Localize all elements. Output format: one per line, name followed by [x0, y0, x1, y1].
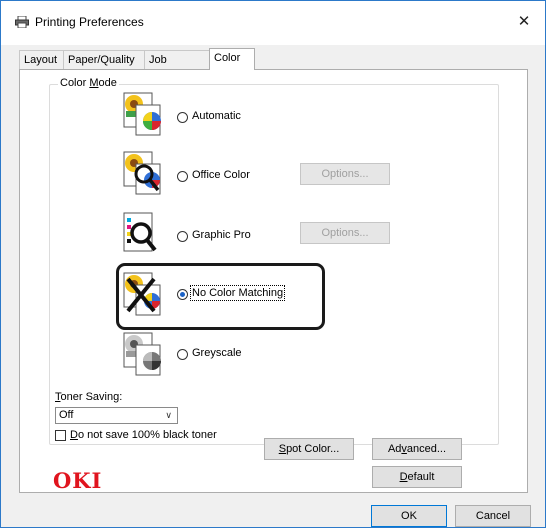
greyscale-icon [123, 332, 161, 376]
office-color-options-button[interactable]: Options... [300, 163, 390, 185]
tab-job-options[interactable]: Job Options [144, 50, 210, 85]
color-mode-legend: Color Mode [58, 77, 119, 89]
tab-paper-quality[interactable]: Paper/Quality [63, 50, 145, 69]
no-color-matching-radio[interactable] [177, 289, 188, 300]
office-color-radio[interactable] [177, 171, 188, 182]
tab-color[interactable]: Color [209, 48, 255, 70]
graphic-pro-label: Graphic Pro [192, 229, 251, 241]
toner-saving-select[interactable]: Off ∨ [55, 407, 178, 424]
greyscale-radio[interactable] [177, 349, 188, 360]
oki-logo: OKI [53, 468, 103, 493]
printer-icon [15, 16, 29, 28]
graphic-pro-options-button[interactable]: Options... [300, 222, 390, 244]
close-icon[interactable]: ✕ [513, 11, 535, 33]
cancel-button[interactable]: Cancel [455, 505, 531, 527]
graphic-pro-icon [123, 212, 157, 252]
toner-saving-value: Off [59, 409, 74, 421]
printing-preferences-window: Printing Preferences ✕ Layout Paper/Qual… [0, 0, 546, 528]
advanced-button[interactable]: Advanced... [372, 438, 462, 460]
ok-button[interactable]: OK [371, 505, 447, 527]
tab-layout[interactable]: Layout [19, 50, 64, 69]
window-title: Printing Preferences [35, 15, 144, 29]
greyscale-label: Greyscale [192, 347, 242, 359]
black-toner-checkbox[interactable] [55, 430, 66, 441]
spot-color-button[interactable]: Spot Color... [264, 438, 354, 460]
automatic-color-icon [123, 92, 161, 136]
no-color-matching-label: No Color Matching [189, 285, 286, 301]
color-tab-panel: Color Mode Automatic Office Color Option… [19, 69, 528, 493]
no-color-matching-icon [123, 272, 161, 316]
graphic-pro-radio[interactable] [177, 231, 188, 242]
black-toner-checkbox-label: Do not save 100% black toner [70, 429, 217, 441]
chevron-down-icon: ∨ [165, 410, 172, 420]
toner-saving-label: Toner Saving: [55, 391, 123, 403]
title-bar: Printing Preferences ✕ [1, 1, 545, 45]
office-color-icon [123, 151, 161, 195]
default-button[interactable]: Default [372, 466, 462, 488]
automatic-label: Automatic [192, 110, 241, 122]
automatic-radio[interactable] [177, 112, 188, 123]
office-color-label: Office Color [192, 169, 250, 181]
